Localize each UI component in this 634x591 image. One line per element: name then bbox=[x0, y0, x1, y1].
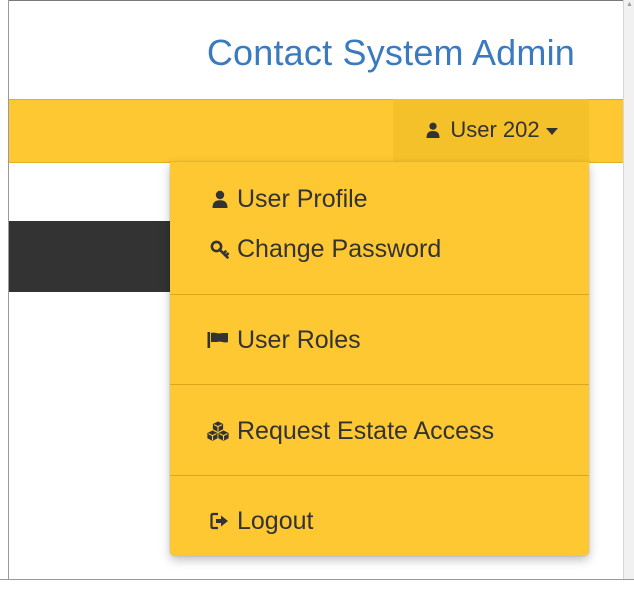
menu-item-label: Logout bbox=[237, 506, 314, 535]
menu-item-label: User Profile bbox=[237, 184, 368, 213]
menu-item-label: User Roles bbox=[237, 325, 361, 354]
user-dropdown-menu: User Profile Change Password User Roles bbox=[170, 162, 589, 556]
dark-banner bbox=[9, 221, 179, 292]
page-title: Contact System Admin bbox=[206, 32, 575, 73]
sign-out-icon bbox=[210, 511, 230, 531]
menu-item-label: Change Password bbox=[237, 234, 442, 263]
menu-item-change-password[interactable]: Change Password bbox=[170, 227, 589, 271]
scroll-up-icon[interactable]: ▲ bbox=[626, 1, 633, 8]
user-icon bbox=[210, 189, 230, 209]
user-menu-toggle[interactable]: User 202 bbox=[393, 99, 589, 161]
caret-down-icon bbox=[545, 127, 558, 135]
menu-item-user-roles[interactable]: User Roles bbox=[170, 318, 589, 362]
user-icon bbox=[424, 121, 442, 139]
menu-divider bbox=[170, 475, 589, 476]
menu-item-label: Request Estate Access bbox=[237, 416, 495, 445]
user-menu-label: User 202 bbox=[450, 117, 540, 142]
menu-divider bbox=[170, 294, 589, 295]
vertical-scrollbar[interactable]: ▲ bbox=[623, 0, 634, 591]
bottom-edge bbox=[0, 579, 634, 591]
menu-item-logout[interactable]: Logout bbox=[170, 499, 589, 543]
menu-divider bbox=[170, 384, 589, 385]
flag-icon bbox=[206, 330, 230, 350]
left-edge bbox=[0, 0, 9, 591]
cubes-icon bbox=[206, 420, 230, 442]
menu-item-request-estate-access[interactable]: Request Estate Access bbox=[170, 409, 589, 453]
menu-item-user-profile[interactable]: User Profile bbox=[170, 177, 589, 221]
key-icon bbox=[210, 239, 230, 259]
